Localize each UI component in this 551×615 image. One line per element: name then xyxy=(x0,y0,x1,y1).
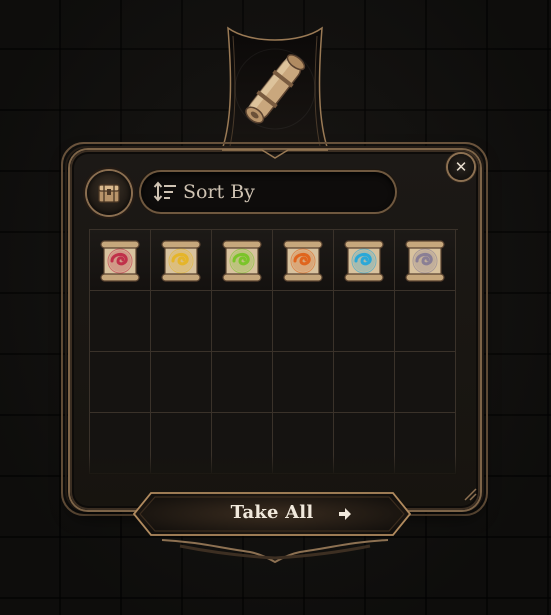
inventory-slot-empty[interactable] xyxy=(212,352,273,413)
inventory-slot-empty[interactable] xyxy=(273,413,334,474)
inventory-slot-empty[interactable] xyxy=(273,352,334,413)
take-all-button[interactable]: Take All xyxy=(133,492,411,536)
inventory-slot-empty[interactable] xyxy=(273,291,334,352)
inventory-slot-empty[interactable] xyxy=(151,291,212,352)
inventory-slot-filled[interactable] xyxy=(151,230,212,291)
sort-label: Sort By xyxy=(183,181,255,203)
sort-icon xyxy=(153,181,176,202)
scroll-green-icon xyxy=(222,240,262,282)
close-button[interactable]: ✕ xyxy=(448,154,474,180)
inventory-slot-empty[interactable] xyxy=(212,413,273,474)
inventory-slot-empty[interactable] xyxy=(334,413,395,474)
inventory-slot-empty[interactable] xyxy=(151,352,212,413)
inventory-slot-filled[interactable] xyxy=(395,230,456,291)
close-icon: ✕ xyxy=(454,158,468,176)
container-filter-button[interactable] xyxy=(87,171,131,215)
inventory-slot-empty[interactable] xyxy=(90,291,151,352)
inventory-slot-empty[interactable] xyxy=(334,352,395,413)
sort-dropdown[interactable]: Sort By xyxy=(141,172,395,212)
inventory-slot-filled[interactable] xyxy=(90,230,151,291)
inventory-slot-empty[interactable] xyxy=(334,291,395,352)
inventory-slot-empty[interactable] xyxy=(395,413,456,474)
scroll-container-icon xyxy=(234,48,316,130)
inventory-slot-filled[interactable] xyxy=(334,230,395,291)
resize-handle-icon[interactable] xyxy=(462,486,478,502)
inventory-slot-empty[interactable] xyxy=(151,413,212,474)
inventory-slot-empty[interactable] xyxy=(395,291,456,352)
inventory-slot-filled[interactable] xyxy=(212,230,273,291)
take-all-label: Take All xyxy=(230,502,314,523)
arrow-right-icon xyxy=(339,508,351,520)
inventory-slot-empty[interactable] xyxy=(212,291,273,352)
scroll-red-icon xyxy=(100,240,140,282)
scroll-orange-icon xyxy=(283,240,323,282)
inventory-slot-empty[interactable] xyxy=(90,352,151,413)
chest-icon xyxy=(98,184,120,203)
inventory-grid xyxy=(89,229,458,474)
bottom-ornament xyxy=(161,539,389,564)
inventory-slot-empty[interactable] xyxy=(90,413,151,474)
inventory-slot-empty[interactable] xyxy=(395,352,456,413)
scroll-blue-icon xyxy=(344,240,384,282)
inventory-slot-filled[interactable] xyxy=(273,230,334,291)
scroll-yellow-icon xyxy=(161,240,201,282)
scroll-grey-icon xyxy=(405,240,445,282)
